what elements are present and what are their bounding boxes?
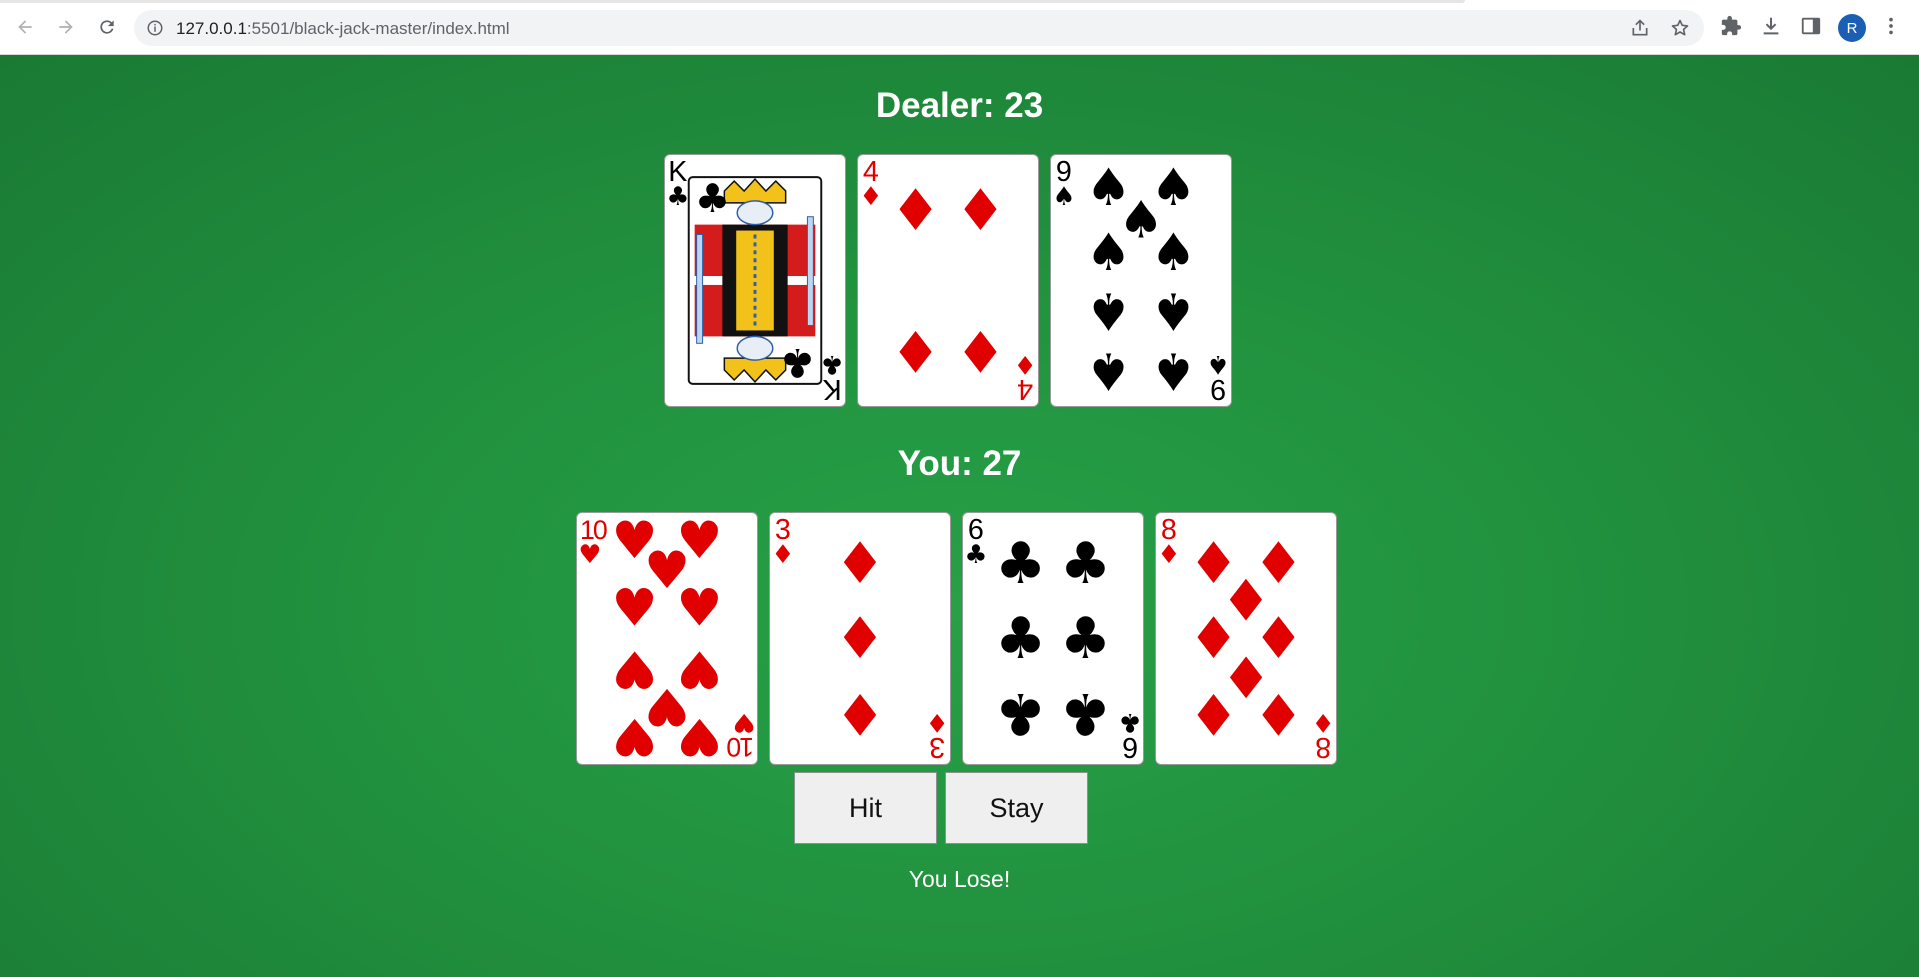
card-corner-index: 6♣ [1119, 707, 1142, 763]
card-10-of-hearts: ♥ ♥ ♥ ♥ ♥ ♥ ♥ ♥ ♥ ♥ 10 ♥ 10 ♥ [576, 512, 758, 765]
card-face: ♠ ♠♠♠ ♠♠ ♠♠ ♠9♠9♠ [1052, 156, 1230, 405]
suit-pip: ♦ [1188, 680, 1239, 747]
profile-avatar[interactable]: R [1838, 14, 1866, 42]
suit-pip: ♥ [676, 578, 722, 638]
browser-toolbar: 127.0.0.1:5501/black-jack-master/index.h… [0, 0, 1919, 55]
tab-strip-edge [0, 0, 1465, 3]
suit-pip: ♣ [1060, 530, 1111, 597]
share-icon[interactable] [1630, 18, 1650, 38]
card-corner-suit: ♦ [1157, 540, 1180, 570]
card-6-of-clubs: ♣ ♣ ♣ ♣ ♣ ♣ 6 ♣ 6 ♣ [962, 512, 1144, 765]
card-corner-suit: ♦ [1312, 707, 1335, 737]
card-corner-index: 8♦ [1312, 707, 1335, 763]
suit-pip: ♣ [695, 176, 730, 222]
card-corner-suit: ♠ [1207, 349, 1230, 379]
result-message: You Lose! [908, 866, 1011, 892]
card-corner-suit: ♦ [771, 540, 794, 570]
download-icon[interactable] [1760, 15, 1782, 37]
suit-pip: ♦ [890, 177, 941, 244]
suit-pip: ♦ [834, 530, 885, 597]
hit-button[interactable]: Hit [794, 772, 937, 844]
card-corner-index: 10♥ [727, 707, 755, 762]
arrow-right-icon [59, 20, 73, 34]
dealer-score: Dealer: 23 [875, 86, 1044, 125]
dealer-hand: ♣ ♣ K ♣ K ♣ ♦ ♦ ♦ ♦ 4 ♦ 4 ♦ ♠ ♠ ♠ ♠ ♠ ♠ ♠ ♠ ♠ 9 ♠ 9 ♠ [664, 154, 1232, 407]
back-button[interactable] [12, 14, 38, 40]
suit-pip: ♦ [955, 317, 1006, 384]
bookmark-star-icon[interactable] [1670, 18, 1690, 38]
card-corner-suit: ♥ [733, 707, 756, 737]
card-corner-index: 6♣ [964, 514, 987, 570]
card-corner-index: 4♦ [1014, 349, 1037, 405]
card-corner-suit: ♣ [821, 349, 844, 379]
card-face: ♣♣K♣K♣ [666, 156, 844, 405]
suit-pip: ♦ [1253, 680, 1304, 747]
player-score: You: 27 [897, 444, 1022, 483]
card-8-of-diamonds: ♦ ♦ ♦ ♦ ♦ ♦ ♦ ♦ 8 ♦ 8 ♦ [1155, 512, 1337, 765]
player-hand: ♥ ♥ ♥ ♥ ♥ ♥ ♥ ♥ ♥ ♥ 10 ♥ 10 ♥ ♦ ♦ ♦ 3 ♦ 3 ♦ ♣ ♣ ♣ ♣ ♣ ♣ 6 ♣ 6 ♣ ♦ ♦ ♦ ♦ ♦ ♦ ♦… [576, 512, 1337, 765]
card-corner-suit: ♥ [578, 540, 601, 570]
suit-pip: ♠ [1150, 341, 1196, 401]
suit-pip: ♣ [995, 605, 1046, 672]
suit-pip: ♣ [780, 339, 815, 385]
card-corner-suit: ♦ [859, 182, 882, 212]
suit-pip: ♠ [1086, 223, 1132, 283]
card-face: ♦ ♦♦♦ ♦♦♦ ♦8♦8♦ [1157, 514, 1335, 763]
card-corner-suit: ♣ [1119, 707, 1142, 737]
card-corner-suit: ♣ [964, 540, 987, 570]
side-panel-icon[interactable] [1800, 15, 1822, 37]
info-icon[interactable] [146, 19, 164, 37]
suit-pip: ♥ [676, 706, 722, 764]
card-9-of-spades: ♠ ♠ ♠ ♠ ♠ ♠ ♠ ♠ ♠ 9 ♠ 9 ♠ [1050, 154, 1232, 407]
card-corner-index: 9♠ [1207, 349, 1230, 405]
suit-pip: ♦ [834, 605, 885, 672]
card-face: ♦ ♦♦ ♦4♦4♦ [859, 156, 1037, 405]
more-menu-icon[interactable] [1880, 15, 1902, 37]
suit-pip: ♦ [890, 317, 941, 384]
card-K-of-clubs: ♣ ♣ K ♣ K ♣ [664, 154, 846, 407]
reload-icon [100, 20, 114, 34]
card-corner-index: K♣ [821, 349, 844, 405]
card-corner-suit: ♣ [666, 182, 689, 212]
card-corner-index: 9♠ [1052, 156, 1075, 212]
card-corner-index: K♣ [666, 156, 689, 212]
card-corner-index: 10♥ [578, 515, 608, 570]
card-corner-suit: ♦ [926, 707, 949, 737]
card-corner-suit: ♦ [1014, 349, 1037, 379]
extensions-puzzle-icon[interactable] [1720, 15, 1742, 37]
card-corner-index: 4♦ [859, 156, 882, 212]
suit-pip: ♠ [1086, 341, 1132, 401]
stay-button[interactable]: Stay [945, 772, 1088, 844]
suit-pip: ♥ [612, 706, 658, 764]
card-4-of-diamonds: ♦ ♦ ♦ ♦ 4 ♦ 4 ♦ [857, 154, 1039, 407]
card-corner-index: 3♦ [926, 707, 949, 763]
suit-pip: ♣ [1060, 605, 1111, 672]
url-path: :5501/black-jack-master/index.html [246, 19, 510, 38]
card-face: ♦♦♦3♦3♦ [771, 514, 949, 763]
suit-pip: ♦ [834, 680, 885, 747]
card-corner-index: 3♦ [771, 514, 794, 570]
arrow-left-icon [18, 20, 32, 34]
card-corner-suit: ♠ [1052, 182, 1075, 212]
card-face: ♥ ♥♥♥ ♥♥ ♥♥♥ ♥10♥10♥ [578, 513, 755, 764]
suit-pip: ♠ [1150, 223, 1196, 283]
suit-pip: ♠ [1086, 281, 1132, 341]
reload-button[interactable] [94, 14, 120, 40]
suit-pip: ♠ [1150, 281, 1196, 341]
card-corner-index: 8♦ [1157, 514, 1180, 570]
suit-pip: ♣ [1060, 680, 1111, 747]
suit-pip: ♣ [995, 530, 1046, 597]
forward-button[interactable] [53, 14, 79, 40]
url-text[interactable]: 127.0.0.1:5501/black-jack-master/index.h… [176, 19, 510, 39]
card-3-of-diamonds: ♦ ♦ ♦ 3 ♦ 3 ♦ [769, 512, 951, 765]
suit-pip: ♣ [995, 680, 1046, 747]
suit-pip: ♦ [955, 177, 1006, 244]
address-bar[interactable]: 127.0.0.1:5501/black-jack-master/index.h… [134, 10, 1704, 46]
suit-pip: ♥ [612, 578, 658, 638]
card-face: ♣ ♣♣ ♣♣ ♣6♣6♣ [964, 514, 1142, 763]
url-host: 127.0.0.1 [176, 19, 247, 38]
